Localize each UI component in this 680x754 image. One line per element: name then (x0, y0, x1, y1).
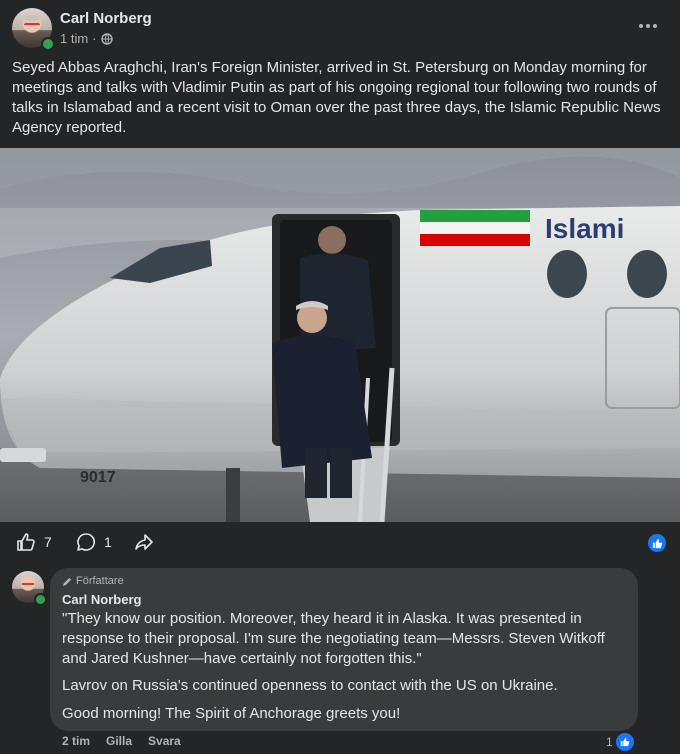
airplane-photo: 9017 Islami (0, 148, 680, 522)
comment: Författare Carl Norberg "They know our p… (0, 564, 680, 754)
comment-reactions[interactable]: 1 (606, 732, 635, 752)
meta-separator: · (92, 31, 97, 46)
comment-paragraph: Lavrov on Russia's continued openness to… (62, 677, 558, 694)
like-reaction-badge (614, 732, 635, 752)
author-badge: Författare (62, 575, 124, 587)
comment-like-button[interactable]: Gilla (106, 734, 132, 748)
share-arrow-icon (135, 534, 153, 550)
comment-paragraph: Good morning! The Spirit of Anchorage gr… (62, 705, 401, 722)
post-action-bar: 7 1 (0, 522, 680, 564)
comment-actions: 2 tim Gilla Svara (62, 734, 181, 748)
online-status-indicator (34, 593, 47, 606)
post-body-text: Seyed Abbas Araghchi, Iran's Foreign Min… (12, 59, 661, 136)
comment-bubble-icon (77, 533, 95, 551)
author-badge-label: Författare (76, 575, 124, 587)
aircraft-livery-text: Islami (545, 213, 624, 244)
thumbs-up-icon (620, 737, 629, 747)
post-meta: 1 tim · (60, 31, 113, 46)
more-dot-icon (646, 24, 650, 28)
like-action[interactable]: 7 (16, 532, 52, 552)
post-timestamp[interactable]: 1 tim (60, 31, 88, 46)
globe-icon[interactable] (100, 32, 113, 45)
comment-count: 1 (104, 534, 112, 550)
like-count: 7 (44, 534, 52, 550)
thumbs-up-icon (652, 538, 662, 548)
more-dot-icon (639, 24, 643, 28)
thumbs-up-icon (17, 533, 35, 551)
comment-action[interactable]: 1 (76, 532, 112, 552)
tail-number: 9017 (80, 469, 116, 486)
online-status-indicator (41, 37, 55, 51)
share-action[interactable] (134, 532, 154, 552)
comment-reply-button[interactable]: Svara (148, 734, 181, 748)
post-header: Carl Norberg 1 tim · (0, 0, 680, 56)
comment-author-name[interactable]: Carl Norberg (62, 592, 141, 607)
post-photo[interactable]: 9017 Islami (0, 148, 680, 522)
pen-icon (62, 577, 72, 586)
comment-timestamp[interactable]: 2 tim (62, 734, 90, 748)
post-author-name[interactable]: Carl Norberg (60, 10, 152, 27)
comment-paragraph: "They know our position. Moreover, they … (62, 610, 605, 667)
more-options-button[interactable] (634, 14, 662, 38)
comment-like-count: 1 (606, 735, 613, 749)
like-reaction-badge[interactable] (648, 534, 666, 552)
more-dot-icon (653, 24, 657, 28)
